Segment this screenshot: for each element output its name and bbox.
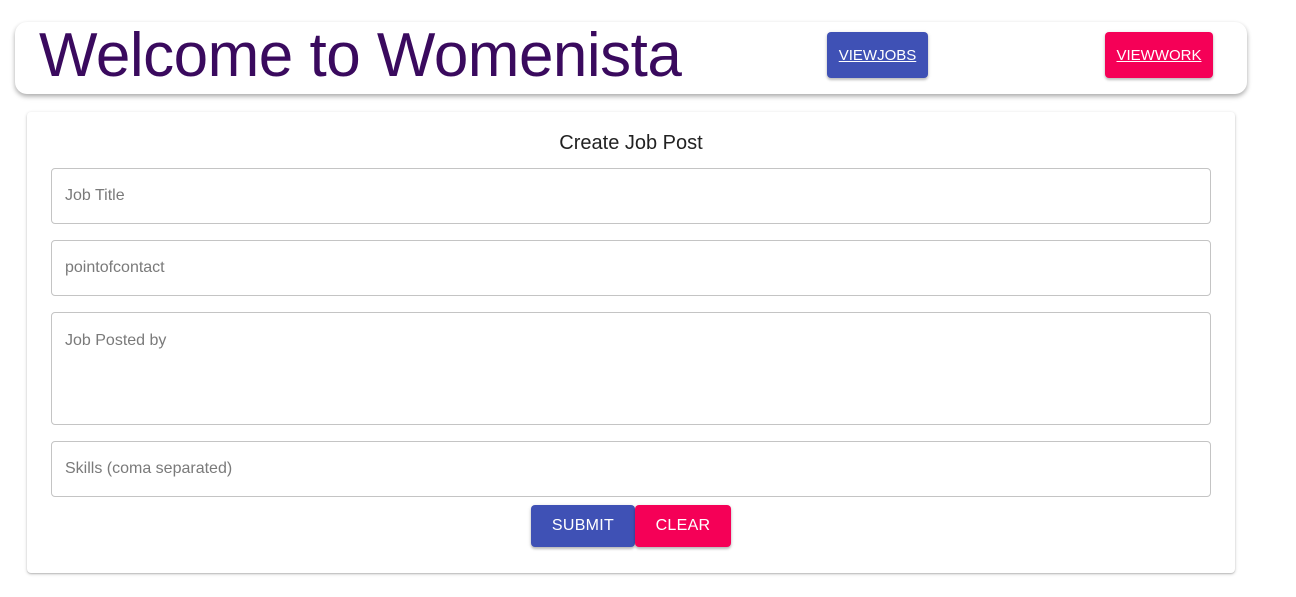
create-job-post-form: Create Job Post SUBMIT CLEAR [27,112,1235,573]
job-title-input[interactable] [51,168,1211,224]
view-work-button[interactable]: VIEWWORK [1105,32,1213,78]
submit-button[interactable]: SUBMIT [531,505,635,547]
clear-button[interactable]: CLEAR [635,505,731,547]
skills-input[interactable] [51,441,1211,497]
app-title: Welcome to Womenista [39,21,682,90]
point-of-contact-input[interactable] [51,240,1211,296]
view-jobs-button[interactable]: VIEWJOBS [827,32,928,78]
form-heading: Create Job Post [559,132,703,154]
job-posted-by-textarea[interactable] [51,312,1211,425]
app-bar: Welcome to Womenista VIEWJOBS VIEWWORK [15,21,1247,94]
